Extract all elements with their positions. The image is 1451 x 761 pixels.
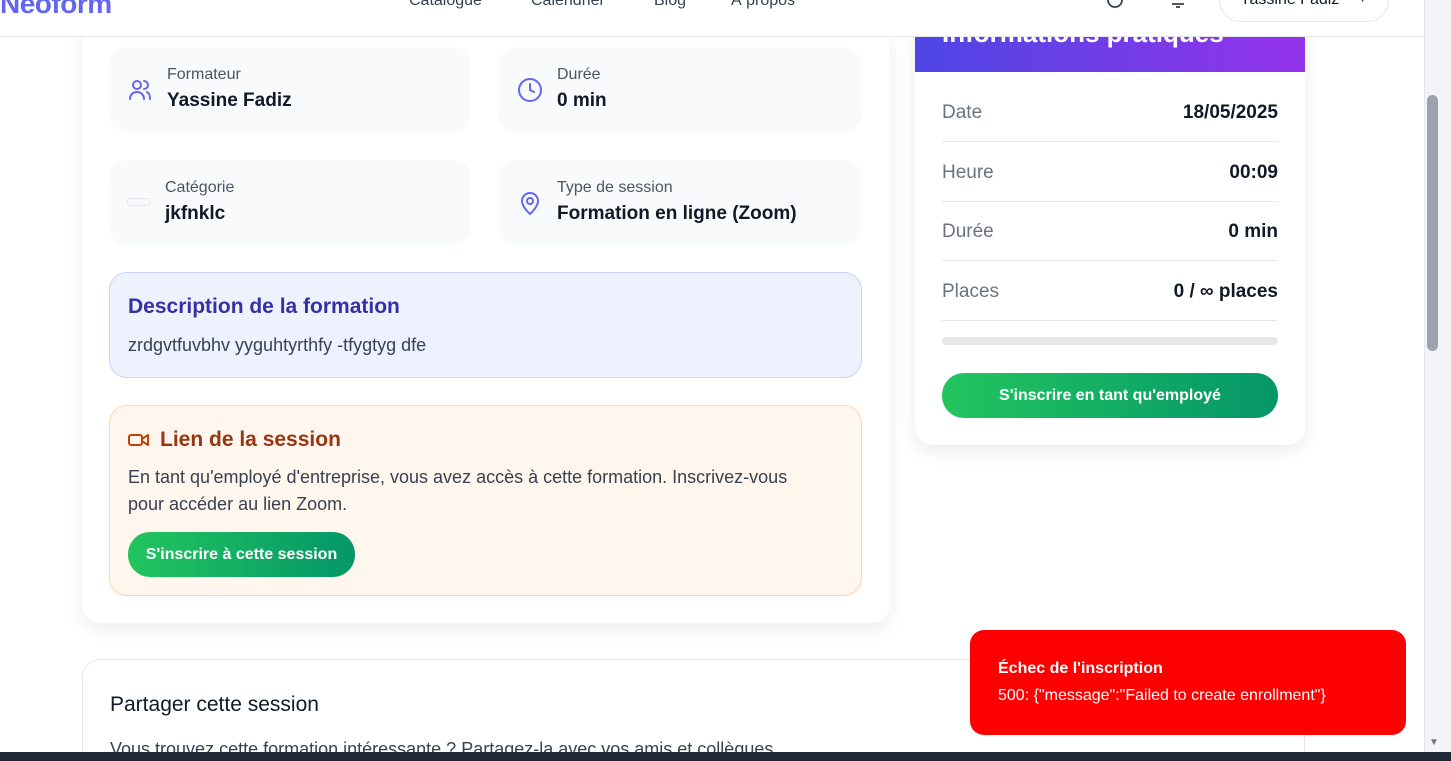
duration-label: Durée	[557, 66, 601, 83]
top-navbar: Neoform Catalogue Calendrier Blog À prop…	[0, 0, 1424, 37]
nav-link-blog[interactable]: Blog	[654, 0, 686, 10]
duration-info-box: Durée 0 min	[499, 47, 861, 132]
users-icon	[127, 77, 153, 103]
info-row-value: 0 / ∞ places	[1173, 281, 1278, 302]
info-row-key: Places	[942, 281, 1000, 302]
bell-icon[interactable]	[1168, 0, 1188, 10]
chevron-down-icon: ▼	[1357, 0, 1368, 5]
logo[interactable]: Neoform	[0, 0, 112, 20]
category-value: jkfnklc	[165, 203, 226, 224]
description-box: Description de la formation zrdgvtfuvbhv…	[109, 272, 862, 378]
session-type-label: Type de session	[557, 179, 673, 196]
enroll-as-employee-button[interactable]: S'inscrire en tant qu'employé	[942, 373, 1278, 418]
trainer-value: Yassine Fadiz	[167, 90, 292, 111]
category-info-box: Catégorie jkfnklc	[109, 160, 471, 245]
session-type-value: Formation en ligne (Zoom)	[557, 203, 797, 224]
session-link-title: Lien de la session	[160, 428, 341, 451]
clock-icon	[517, 77, 543, 103]
info-row-key: Heure	[942, 162, 994, 183]
error-toast[interactable]: Échec de l'inscription 500: {"message":"…	[970, 630, 1406, 735]
info-row-key: Date	[942, 102, 983, 123]
description-text: zrdgvtfuvbhv yyguhtyrthfy -tfygtyg dfe	[128, 335, 427, 355]
info-row-value: 0 min	[1228, 221, 1278, 242]
nav-link-a-propos[interactable]: À propos	[731, 0, 795, 10]
info-row-key: Durée	[942, 221, 994, 242]
session-link-text: En tant qu'employé d'entreprise, vous av…	[128, 467, 788, 514]
category-label: Catégorie	[165, 179, 235, 196]
category-color-swatch	[127, 198, 151, 206]
theme-icon[interactable]	[1105, 0, 1125, 10]
session-link-box: Lien de la session En tant qu'employé d'…	[109, 405, 862, 596]
user-name: Yassine Fadiz	[1240, 0, 1339, 8]
info-row-time: Heure 00:09	[942, 142, 1278, 202]
toast-message: 500: {"message":"Failed to create enroll…	[998, 687, 1326, 704]
info-row-value: 18/05/2025	[1182, 102, 1278, 123]
info-row-date: Date 18/05/2025	[942, 82, 1278, 142]
nav-link-calendrier[interactable]: Calendrier	[531, 0, 605, 10]
share-title: Partager cette session	[110, 693, 319, 716]
places-progress-bar	[942, 337, 1278, 345]
duration-value: 0 min	[557, 90, 607, 111]
map-pin-icon	[517, 190, 543, 216]
video-icon	[128, 430, 150, 450]
description-title: Description de la formation	[128, 295, 400, 318]
scroll-down-arrow-icon[interactable]: ▼	[1429, 737, 1439, 748]
session-type-info-box: Type de session Formation en ligne (Zoom…	[499, 160, 861, 245]
trainer-label: Formateur	[167, 66, 241, 83]
toast-title: Échec de l'inscription	[998, 660, 1163, 677]
info-row-places: Places 0 / ∞ places	[942, 261, 1278, 321]
page-scrollbar[interactable]: ▼	[1424, 0, 1451, 752]
taskbar-strip	[0, 752, 1451, 761]
enroll-session-button[interactable]: S'inscrire à cette session	[128, 532, 355, 577]
info-row-value: 00:09	[1229, 162, 1278, 183]
trainer-info-box: Formateur Yassine Fadiz	[109, 47, 471, 132]
scrollbar-thumb[interactable]	[1427, 95, 1438, 351]
info-row-duration: Durée 0 min	[942, 201, 1278, 261]
nav-link-catalogue[interactable]: Catalogue	[409, 0, 482, 10]
practical-info-card: Informations pratiques Date 18/05/2025 H…	[915, 20, 1305, 445]
user-menu-button[interactable]: Yassine Fadiz ▼	[1219, 0, 1389, 22]
